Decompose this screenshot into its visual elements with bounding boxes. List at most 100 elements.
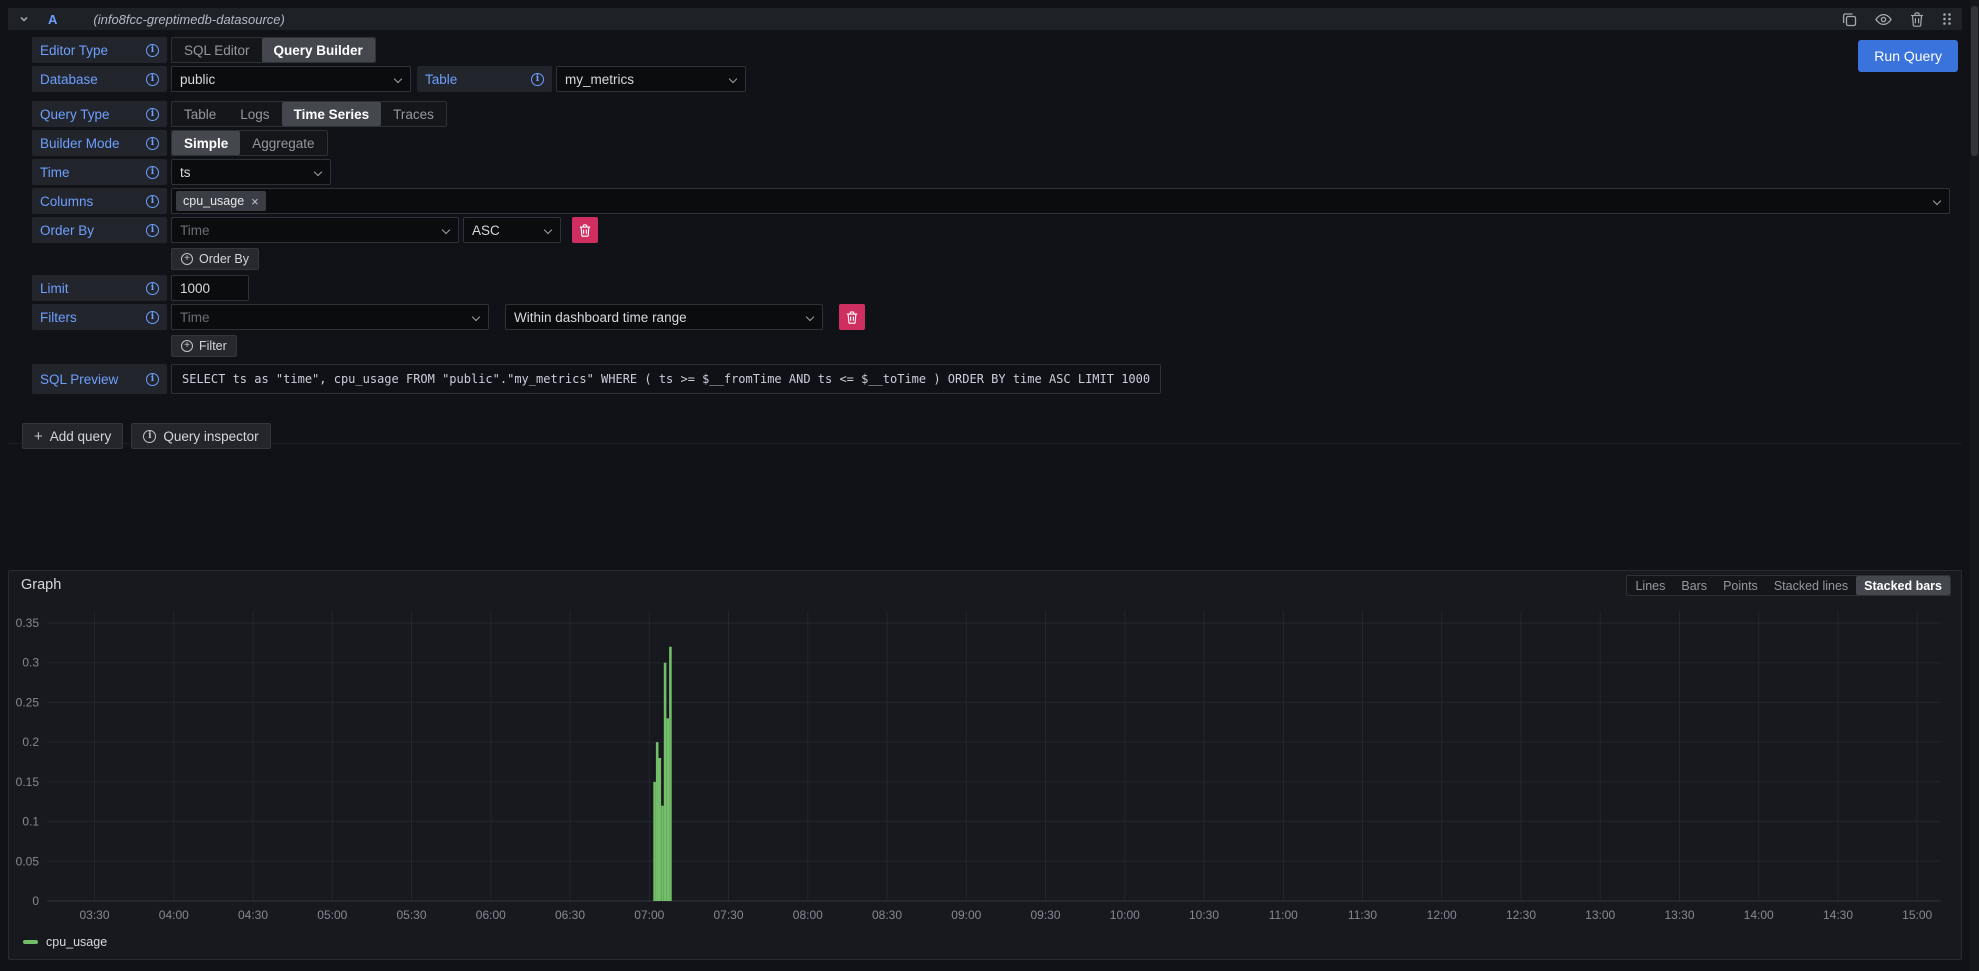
- query-type-option-traces[interactable]: Traces: [381, 102, 446, 126]
- svg-text:11:00: 11:00: [1269, 908, 1298, 922]
- limit-row: Limit i: [32, 275, 1950, 301]
- plus-circle-icon: +: [181, 253, 193, 265]
- query-type-option-logs[interactable]: Logs: [228, 102, 281, 126]
- drag-handle-icon[interactable]: [1942, 12, 1952, 26]
- svg-text:05:30: 05:30: [396, 908, 426, 922]
- delete-query-trash-icon[interactable]: [1910, 12, 1924, 27]
- query-type-option-time-series[interactable]: Time Series: [282, 102, 382, 126]
- duplicate-query-icon[interactable]: [1842, 12, 1857, 27]
- filter-column-select[interactable]: Time: [171, 304, 489, 330]
- svg-text:0.3: 0.3: [22, 656, 39, 670]
- collapse-chevron-icon[interactable]: [18, 13, 30, 25]
- query-builder-form: Editor Type i SQL Editor Query Builder D…: [8, 30, 1962, 449]
- page-scrollbar-track[interactable]: [1970, 0, 1979, 971]
- add-filter-button[interactable]: + Filter: [171, 335, 237, 357]
- svg-text:0: 0: [32, 894, 39, 908]
- editor-type-option-query-builder[interactable]: Query Builder: [262, 38, 375, 62]
- svg-text:0.05: 0.05: [16, 854, 40, 868]
- chevron-down-icon: [806, 313, 814, 321]
- info-icon[interactable]: i: [146, 195, 159, 208]
- svg-text:08:00: 08:00: [793, 908, 823, 922]
- database-table-row: Database i public Table i my_metrics: [32, 66, 1950, 92]
- chevron-down-icon: [472, 313, 480, 321]
- svg-text:14:00: 14:00: [1744, 908, 1774, 922]
- remove-filter-button[interactable]: [839, 304, 865, 330]
- remove-column-icon[interactable]: ×: [251, 195, 259, 208]
- info-icon[interactable]: i: [146, 73, 159, 86]
- graph-panel-title: Graph: [21, 577, 61, 593]
- info-icon[interactable]: i: [531, 73, 544, 86]
- order-by-label-text: Order By: [40, 223, 94, 238]
- query-inspector-label: Query inspector: [163, 429, 258, 444]
- info-icon[interactable]: i: [146, 311, 159, 324]
- builder-mode-option-simple[interactable]: Simple: [172, 131, 240, 155]
- add-order-by-row: + Order By: [171, 248, 1950, 270]
- graph-panel-header: Graph Lines Bars Points Stacked lines St…: [9, 571, 1961, 599]
- column-chip: cpu_usage ×: [176, 191, 266, 211]
- info-icon[interactable]: i: [146, 108, 159, 121]
- limit-label-text: Limit: [40, 281, 69, 296]
- table-label-text: Table: [425, 72, 457, 87]
- svg-text:09:00: 09:00: [951, 908, 981, 922]
- graph-mode-stacked-bars[interactable]: Stacked bars: [1856, 576, 1950, 595]
- query-type-label: Query Type i: [32, 101, 167, 127]
- info-icon[interactable]: i: [146, 282, 159, 295]
- builder-mode-group: Simple Aggregate: [171, 130, 328, 156]
- order-by-direction-value: ASC: [472, 223, 500, 238]
- graph-mode-bars[interactable]: Bars: [1673, 576, 1715, 595]
- columns-row: Columns i cpu_usage ×: [32, 188, 1950, 214]
- info-icon[interactable]: i: [146, 44, 159, 57]
- chart-legend-item[interactable]: cpu_usage: [23, 935, 107, 949]
- query-ref-id[interactable]: A: [48, 12, 57, 27]
- query-inspector-button[interactable]: i Query inspector: [131, 423, 270, 449]
- time-series-chart[interactable]: 00.050.10.150.20.250.30.3503:3004:0004:3…: [9, 599, 1961, 929]
- svg-text:15:00: 15:00: [1902, 908, 1932, 922]
- sql-preview-label: SQL Preview i: [32, 364, 167, 394]
- database-select[interactable]: public: [171, 66, 411, 92]
- table-select-value: my_metrics: [565, 72, 634, 87]
- svg-text:10:00: 10:00: [1110, 908, 1140, 922]
- graph-mode-points[interactable]: Points: [1715, 576, 1766, 595]
- time-column-select[interactable]: ts: [171, 159, 331, 185]
- filter-condition-select[interactable]: Within dashboard time range: [505, 304, 823, 330]
- info-icon[interactable]: i: [146, 224, 159, 237]
- plus-circle-icon: +: [181, 340, 193, 352]
- editor-type-row: Editor Type i SQL Editor Query Builder: [32, 37, 1950, 63]
- editor-type-option-sql-editor[interactable]: SQL Editor: [172, 38, 262, 62]
- filters-label-text: Filters: [40, 310, 77, 325]
- info-icon[interactable]: i: [146, 166, 159, 179]
- query-type-option-table[interactable]: Table: [172, 102, 228, 126]
- svg-text:04:30: 04:30: [238, 908, 268, 922]
- page-scrollbar-thumb[interactable]: [1971, 6, 1978, 156]
- time-label: Time i: [32, 159, 167, 185]
- add-query-button[interactable]: + Add query: [22, 423, 123, 449]
- filter-condition-value: Within dashboard time range: [514, 310, 687, 325]
- svg-text:06:00: 06:00: [476, 908, 506, 922]
- graph-mode-stacked-lines[interactable]: Stacked lines: [1766, 576, 1856, 595]
- table-select[interactable]: my_metrics: [556, 66, 746, 92]
- column-chip-label: cpu_usage: [183, 194, 244, 208]
- graph-mode-lines[interactable]: Lines: [1627, 576, 1673, 595]
- sql-preview-row: SQL Preview i SELECT ts as "time", cpu_u…: [32, 364, 1950, 394]
- add-order-by-button[interactable]: + Order By: [171, 248, 259, 270]
- info-icon[interactable]: i: [146, 137, 159, 150]
- columns-multiselect[interactable]: cpu_usage ×: [171, 188, 1950, 214]
- datasource-name: (info8fcc-greptimedb-datasource): [93, 12, 284, 27]
- builder-mode-option-aggregate[interactable]: Aggregate: [240, 131, 326, 155]
- limit-input[interactable]: [171, 275, 249, 301]
- filters-row: Filters i Time Within dashboard time ran…: [32, 304, 1950, 330]
- hide-query-eye-icon[interactable]: [1875, 13, 1892, 26]
- series-color-swatch: [23, 940, 38, 944]
- sql-preview-box: SELECT ts as "time", cpu_usage FROM "pub…: [171, 364, 1161, 394]
- order-by-direction-select[interactable]: ASC: [463, 217, 561, 243]
- editor-type-group: SQL Editor Query Builder: [171, 37, 376, 63]
- plus-icon: +: [34, 429, 43, 444]
- database-select-value: public: [180, 72, 215, 87]
- chevron-down-icon: [394, 75, 402, 83]
- chevron-down-icon: [544, 226, 552, 234]
- columns-label-text: Columns: [40, 194, 93, 209]
- order-by-column-select[interactable]: Time: [171, 217, 459, 243]
- remove-order-by-button[interactable]: [572, 217, 598, 243]
- run-query-button[interactable]: Run Query: [1858, 40, 1958, 72]
- info-icon[interactable]: i: [146, 373, 159, 386]
